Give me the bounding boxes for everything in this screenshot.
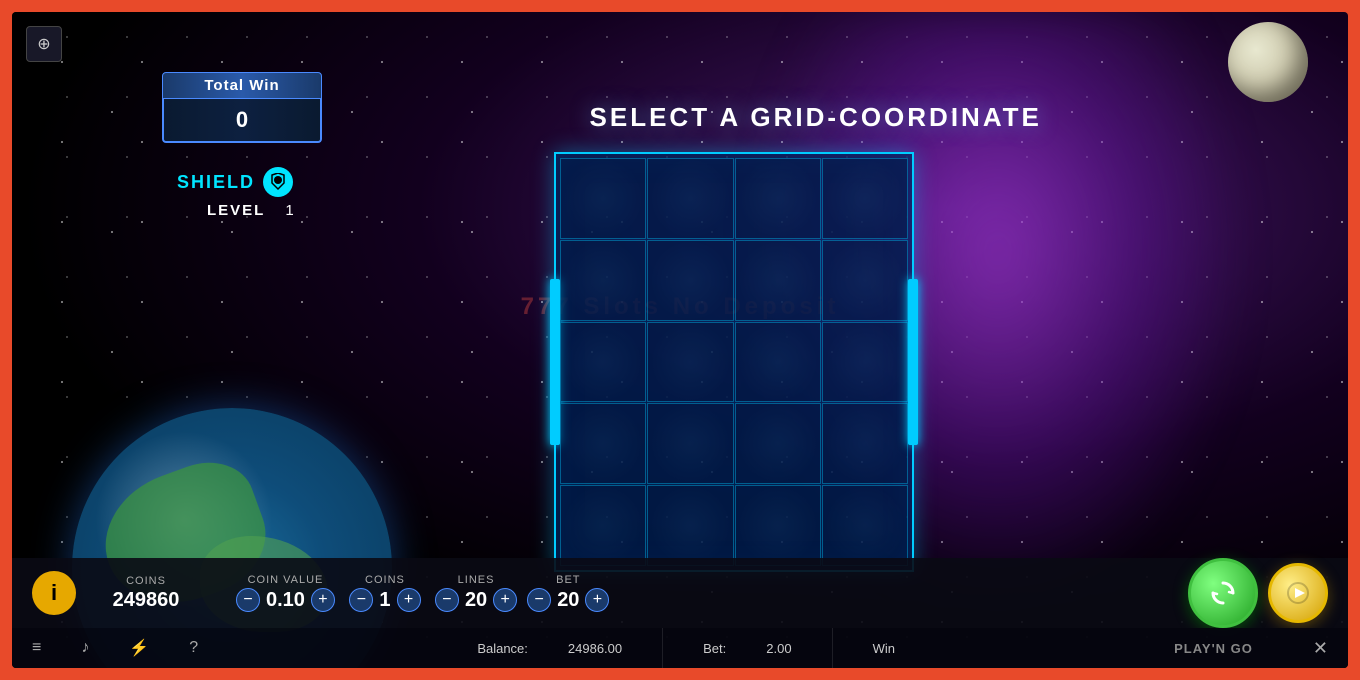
lines-controls: − 20 +: [435, 588, 517, 612]
play-button[interactable]: [1268, 563, 1328, 623]
select-prompt: SELECT A GRID-COORDINATE: [590, 102, 1042, 133]
win-label: Win: [873, 641, 895, 656]
game-container: ⊕ Total Win 0 SHIELD LEVEL 1 SELECT A GR…: [12, 12, 1348, 668]
level-label: LEVEL: [207, 202, 265, 219]
grid-cell[interactable]: [822, 403, 908, 484]
shield-icon: [263, 167, 293, 197]
grid-cell[interactable]: [735, 403, 821, 484]
coins2-value: 1: [379, 589, 390, 612]
balance-label: Balance:: [477, 641, 528, 656]
playngo-logo: PLAY'N GO: [1174, 641, 1253, 656]
bet-value: 20: [557, 589, 579, 612]
coin-value-group: COIN VALUE − 0.10 +: [236, 574, 335, 612]
grid-cell[interactable]: [647, 322, 733, 403]
total-win-label: Total Win: [162, 72, 322, 99]
coins2-group: COINS − 1 +: [345, 574, 425, 612]
coins2-controls: − 1 +: [349, 588, 420, 612]
total-win-value: 0: [162, 99, 322, 143]
coins2-label: COINS: [365, 574, 405, 586]
bet-label: BET: [556, 574, 580, 586]
grid-frame: [554, 152, 914, 572]
level-info: LEVEL 1: [207, 202, 294, 219]
grid-container: [554, 152, 914, 572]
coins-label: COINS: [126, 575, 166, 587]
help-icon[interactable]: ?: [189, 639, 198, 657]
grid-cell[interactable]: [560, 158, 646, 239]
total-win-panel: Total Win 0: [162, 72, 322, 143]
coins-group: COINS 249860: [106, 575, 186, 612]
grid-cell[interactable]: [735, 158, 821, 239]
grid-cell[interactable]: [822, 240, 908, 321]
grid-cell[interactable]: [822, 322, 908, 403]
coins2-plus[interactable]: +: [397, 588, 421, 612]
grid-cell[interactable]: [560, 322, 646, 403]
coins2-minus[interactable]: −: [349, 588, 373, 612]
shield-label: SHIELD: [177, 172, 255, 193]
expand-button[interactable]: ⊕: [26, 26, 62, 62]
grid-cell[interactable]: [647, 403, 733, 484]
sound-icon[interactable]: ♪: [81, 639, 89, 657]
coin-value-minus[interactable]: −: [236, 588, 260, 612]
grid-cell[interactable]: [735, 240, 821, 321]
coin-value-controls: − 0.10 +: [236, 588, 335, 612]
bet-status-label: Bet:: [703, 641, 726, 656]
bet-status-value: 2.00: [766, 641, 791, 656]
close-button[interactable]: ✕: [1313, 638, 1328, 659]
grid-cell[interactable]: [735, 485, 821, 566]
menu-icon[interactable]: ≡: [32, 639, 41, 657]
divider2: [832, 628, 833, 668]
grid-cell[interactable]: [647, 485, 733, 566]
balance-value: 24986.00: [568, 641, 622, 656]
bet-plus[interactable]: +: [585, 588, 609, 612]
coin-value-label: COIN VALUE: [248, 574, 324, 586]
moon-decoration: [1228, 22, 1308, 102]
bet-controls: − 20 +: [527, 588, 609, 612]
lines-value: 20: [465, 589, 487, 612]
shield-info: SHIELD: [177, 167, 293, 197]
level-value: 1: [285, 202, 293, 219]
divider1: [662, 628, 663, 668]
bet-minus[interactable]: −: [527, 588, 551, 612]
grid-cell[interactable]: [735, 322, 821, 403]
coin-value-display: 0.10: [266, 589, 305, 612]
grid-cell[interactable]: [647, 158, 733, 239]
lightning-icon[interactable]: ⚡: [129, 638, 149, 658]
grid-cell[interactable]: [822, 485, 908, 566]
lines-label: LINES: [458, 574, 495, 586]
grid-cell[interactable]: [560, 485, 646, 566]
bet-group: BET − 20 +: [527, 574, 609, 612]
outer-border: ⊕ Total Win 0 SHIELD LEVEL 1 SELECT A GR…: [0, 0, 1360, 680]
coin-value-plus[interactable]: +: [311, 588, 335, 612]
grid-cell[interactable]: [560, 403, 646, 484]
lines-plus[interactable]: +: [493, 588, 517, 612]
spin-button[interactable]: [1188, 558, 1258, 628]
grid-cell[interactable]: [560, 240, 646, 321]
lines-minus[interactable]: −: [435, 588, 459, 612]
coins-value: 249860: [113, 589, 180, 612]
lines-group: LINES − 20 +: [435, 574, 517, 612]
bottom-bar: i COINS 249860 COIN VALUE − 0.10 + COINS…: [12, 558, 1348, 628]
grid-cell[interactable]: [822, 158, 908, 239]
grid-inner: [560, 158, 908, 566]
grid-cell[interactable]: [647, 240, 733, 321]
status-bar: ≡ ♪ ⚡ ? Balance: 24986.00 Bet: 2.00 Win …: [12, 628, 1348, 668]
info-button[interactable]: i: [32, 571, 76, 615]
